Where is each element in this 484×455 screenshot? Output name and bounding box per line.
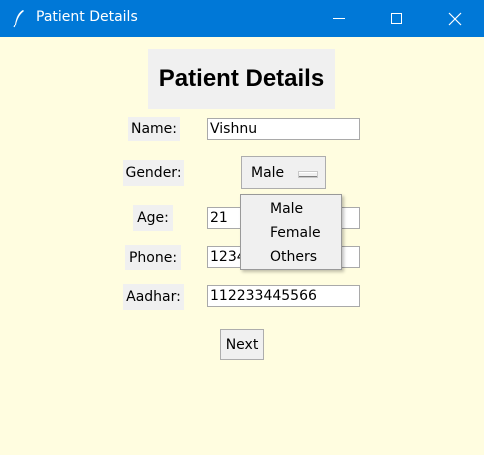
gender-label: Gender: (123, 160, 184, 186)
name-field[interactable]: Vishnu (207, 118, 360, 140)
dropdown-indicator-icon (299, 172, 317, 177)
next-button[interactable]: Next (220, 329, 264, 360)
aadhar-field[interactable]: 112233445566 (207, 285, 360, 307)
maximize-button[interactable] (374, 0, 420, 37)
aadhar-label: Aadhar: (123, 284, 184, 310)
page-title: Patient Details (148, 49, 335, 109)
name-label: Name: (128, 117, 180, 141)
feather-icon (10, 8, 30, 28)
menu-item-female[interactable]: Female (270, 225, 321, 241)
close-button[interactable] (432, 0, 478, 37)
menu-item-male[interactable]: Male (270, 201, 303, 217)
phone-label: Phone: (125, 245, 181, 270)
gender-selected-value: Male (251, 165, 285, 181)
maximize-icon (391, 13, 402, 24)
minimize-icon (333, 18, 345, 19)
gender-options-menu: Male Female Others (240, 194, 342, 270)
menu-item-others[interactable]: Others (270, 249, 317, 265)
gender-dropdown[interactable]: Male (241, 156, 326, 189)
window-title: Patient Details (36, 9, 138, 25)
minimize-button[interactable] (316, 0, 362, 37)
title-bar: Patient Details (0, 0, 484, 37)
close-icon (448, 12, 462, 26)
age-label: Age: (133, 205, 173, 231)
